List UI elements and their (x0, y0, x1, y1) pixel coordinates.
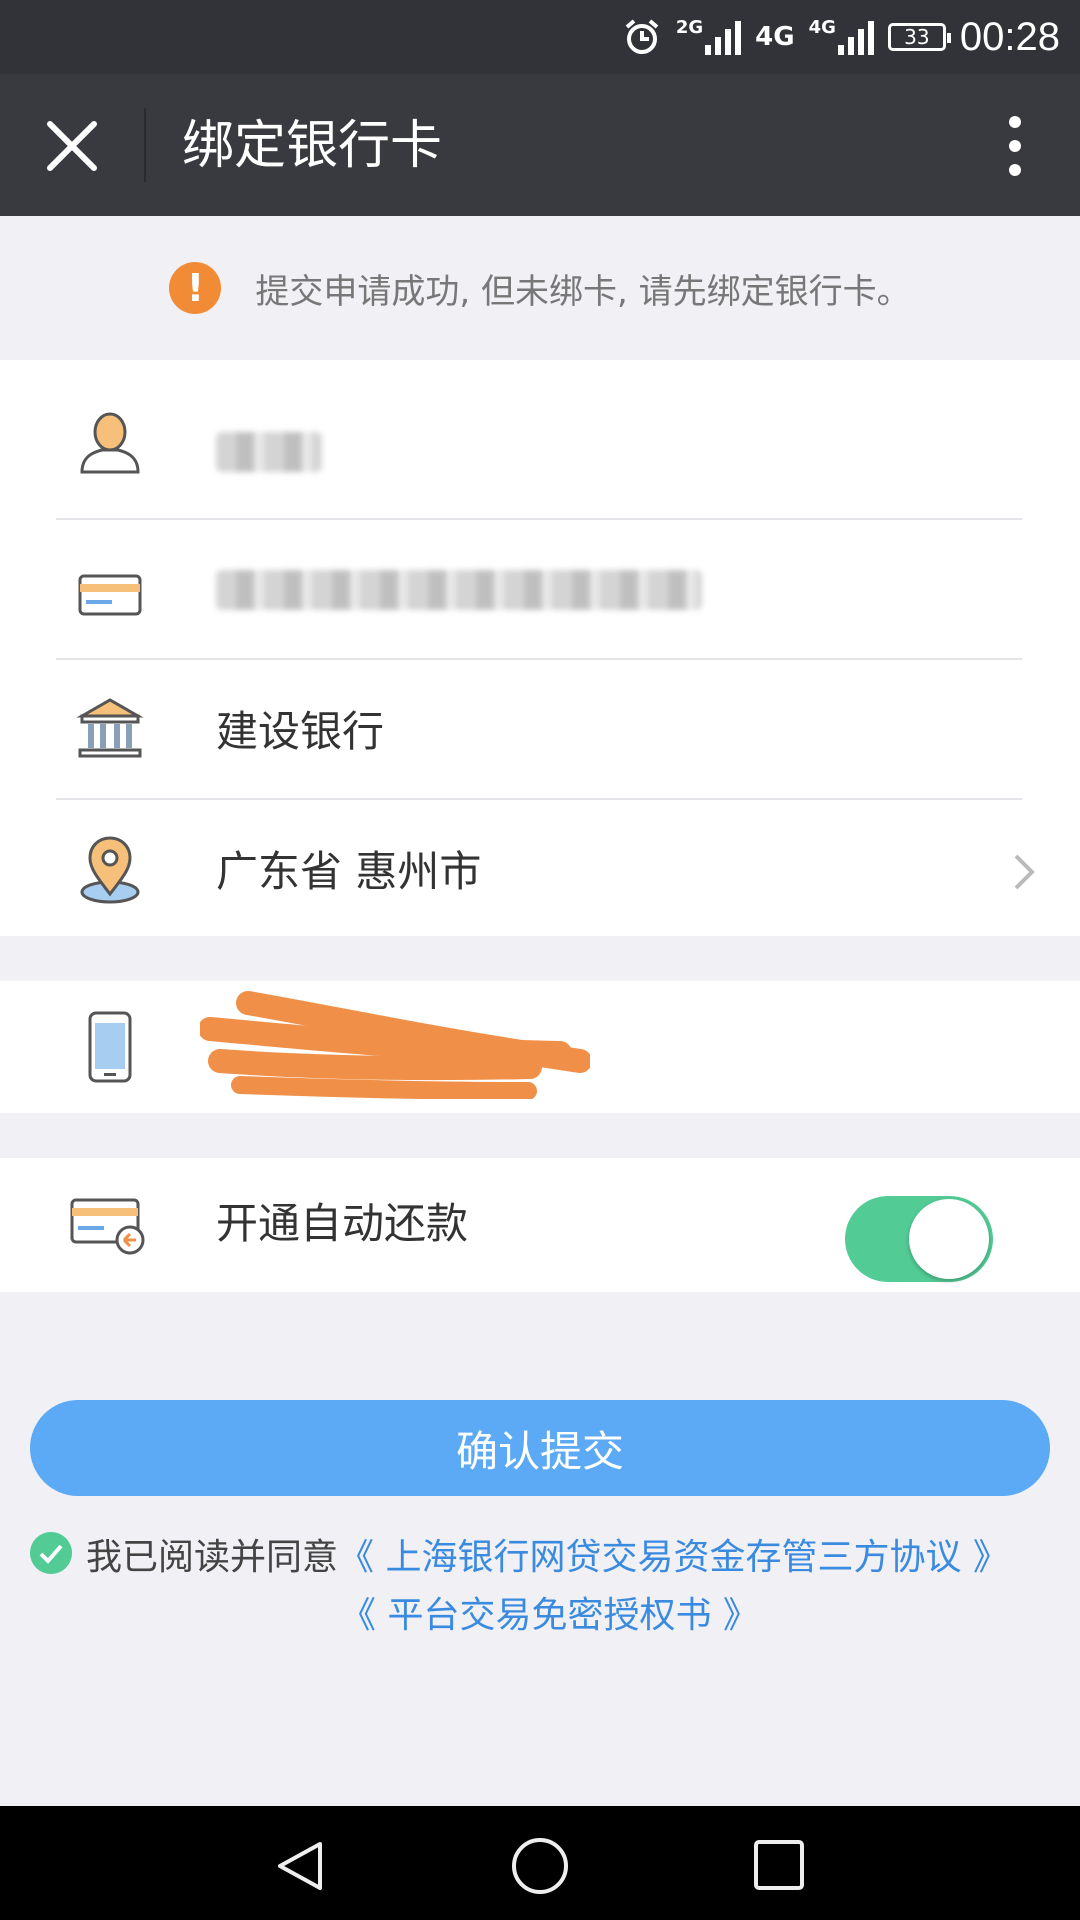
agreement-line-1: 我已阅读并同意《 上海银行网贷交易资金存管三方协议 》 (86, 1528, 1009, 1580)
network-2g-label: 2G (675, 17, 704, 38)
system-nav-bar (0, 1806, 1080, 1920)
agree-checkbox[interactable] (30, 1532, 72, 1574)
region-value: 广东省 惠州市 (216, 847, 482, 896)
authorization-link[interactable]: 《 平台交易免密授权书 》 (340, 1595, 759, 1636)
nav-bar: 绑定银行卡 (0, 74, 1080, 216)
card-info-group: 建设银行 广东省 惠州市 (0, 360, 1080, 936)
home-icon[interactable] (508, 1834, 572, 1898)
close-icon[interactable] (38, 118, 108, 174)
recents-icon[interactable] (752, 1838, 808, 1894)
phone-group (0, 981, 1080, 1113)
card-number-row (0, 520, 1080, 660)
confirm-submit-button[interactable]: 确认提交 (30, 1400, 1050, 1496)
phone-row (0, 981, 1080, 1113)
auto-repay-label: 开通自动还款 (216, 1199, 469, 1248)
chevron-right-icon (1014, 854, 1035, 890)
notice-banner: ! 提交申请成功, 但未绑卡, 请先绑定银行卡。 (0, 216, 1080, 360)
more-vertical-icon[interactable] (1000, 114, 1030, 178)
signal-icon (705, 19, 742, 55)
bank-row: 建设银行 (0, 660, 1080, 800)
alarm-icon (625, 19, 659, 54)
location-pin-icon (80, 836, 140, 904)
redaction-scribble (200, 991, 590, 1099)
user-icon (80, 412, 140, 474)
bank-icon (76, 698, 144, 758)
warning-icon: ! (169, 262, 222, 314)
card-number-masked (216, 570, 702, 610)
cardholder-name-masked (216, 432, 322, 472)
cardholder-name-row (0, 360, 1080, 520)
back-icon[interactable] (270, 1838, 330, 1894)
auto-repay-row: 开通自动还款 (0, 1158, 1080, 1292)
region-row[interactable]: 广东省 惠州市 (0, 800, 1080, 940)
nav-divider (144, 108, 146, 182)
auto-repay-card-icon (70, 1198, 145, 1255)
battery-level: 33 (904, 25, 930, 49)
notice-text: 提交申请成功, 但未绑卡, 请先绑定银行卡。 (255, 271, 911, 312)
auto-repay-toggle[interactable] (845, 1196, 993, 1282)
toggle-knob (909, 1199, 989, 1279)
page-title: 绑定银行卡 (182, 116, 443, 176)
agreement-prefix: 我已阅读并同意 (86, 1537, 339, 1578)
status-bar: 2G 4G 4G 33 00:28 (0, 0, 1080, 74)
signal-icon-2 (837, 19, 874, 55)
auto-repay-group: 开通自动还款 (0, 1158, 1080, 1292)
network-4g-label: 4G (755, 22, 795, 52)
credit-card-icon (78, 574, 142, 616)
bank-name: 建设银行 (216, 707, 385, 756)
status-time: 00:28 (959, 14, 1060, 59)
agreement-line-2: 《 平台交易免密授权书 》 (340, 1586, 759, 1638)
battery-icon: 33 (887, 23, 951, 51)
phone-icon (88, 1011, 132, 1083)
custody-agreement-link[interactable]: 《 上海银行网贷交易资金存管三方协议 》 (338, 1537, 1009, 1578)
network-4g-label-2: 4G (808, 17, 836, 38)
